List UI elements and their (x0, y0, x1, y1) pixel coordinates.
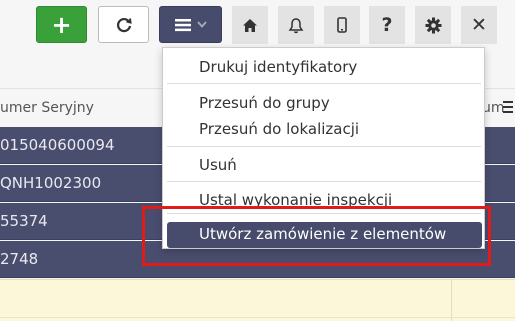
column-header-serial[interactable]: umer Seryjny (0, 100, 94, 116)
gear-icon (425, 17, 441, 33)
menu-item-print-ids[interactable]: Drukuj identyfikatory (199, 58, 357, 76)
close-button[interactable]: ✕ (461, 6, 497, 44)
menu-item-move-to-location[interactable]: Przesuń do lokalizacji (199, 120, 359, 138)
mobile-icon (337, 17, 347, 33)
help-icon: ? (381, 13, 393, 36)
add-button[interactable]: + (36, 6, 87, 43)
menu-divider (167, 83, 481, 84)
menu-button[interactable] (159, 6, 222, 43)
column-divider (451, 280, 452, 321)
bell-icon (288, 17, 304, 33)
row-divider (0, 317, 515, 318)
menu-divider (167, 146, 481, 147)
help-button[interactable]: ? (369, 6, 405, 44)
column-header-right[interactable]: um (482, 100, 505, 116)
toolbar: + ? ✕ (0, 0, 515, 48)
hamburger-icon (174, 18, 191, 31)
chevron-down-icon (196, 21, 207, 28)
serial-cell: QNH1002300 (0, 174, 102, 192)
highlight-box (142, 206, 491, 266)
menu-item-delete[interactable]: Usuń (199, 156, 237, 174)
menu-divider (167, 181, 481, 182)
serial-cell: 015040600094 (0, 136, 115, 154)
menu-item-move-to-group[interactable]: Przesuń do grupy (199, 94, 330, 112)
refresh-icon (116, 17, 132, 32)
add-label: + (51, 10, 72, 39)
close-icon: ✕ (471, 13, 487, 36)
column-menu-icon[interactable] (503, 101, 515, 116)
notifications-button[interactable] (278, 6, 314, 44)
serial-cell: 2748 (0, 250, 39, 268)
settings-button[interactable] (415, 6, 451, 44)
home-icon (243, 18, 257, 32)
table-row-empty[interactable] (0, 279, 515, 321)
refresh-button[interactable] (98, 6, 149, 43)
mobile-button[interactable] (324, 6, 360, 44)
home-button[interactable] (232, 6, 268, 44)
serial-cell: 55374 (0, 212, 48, 230)
